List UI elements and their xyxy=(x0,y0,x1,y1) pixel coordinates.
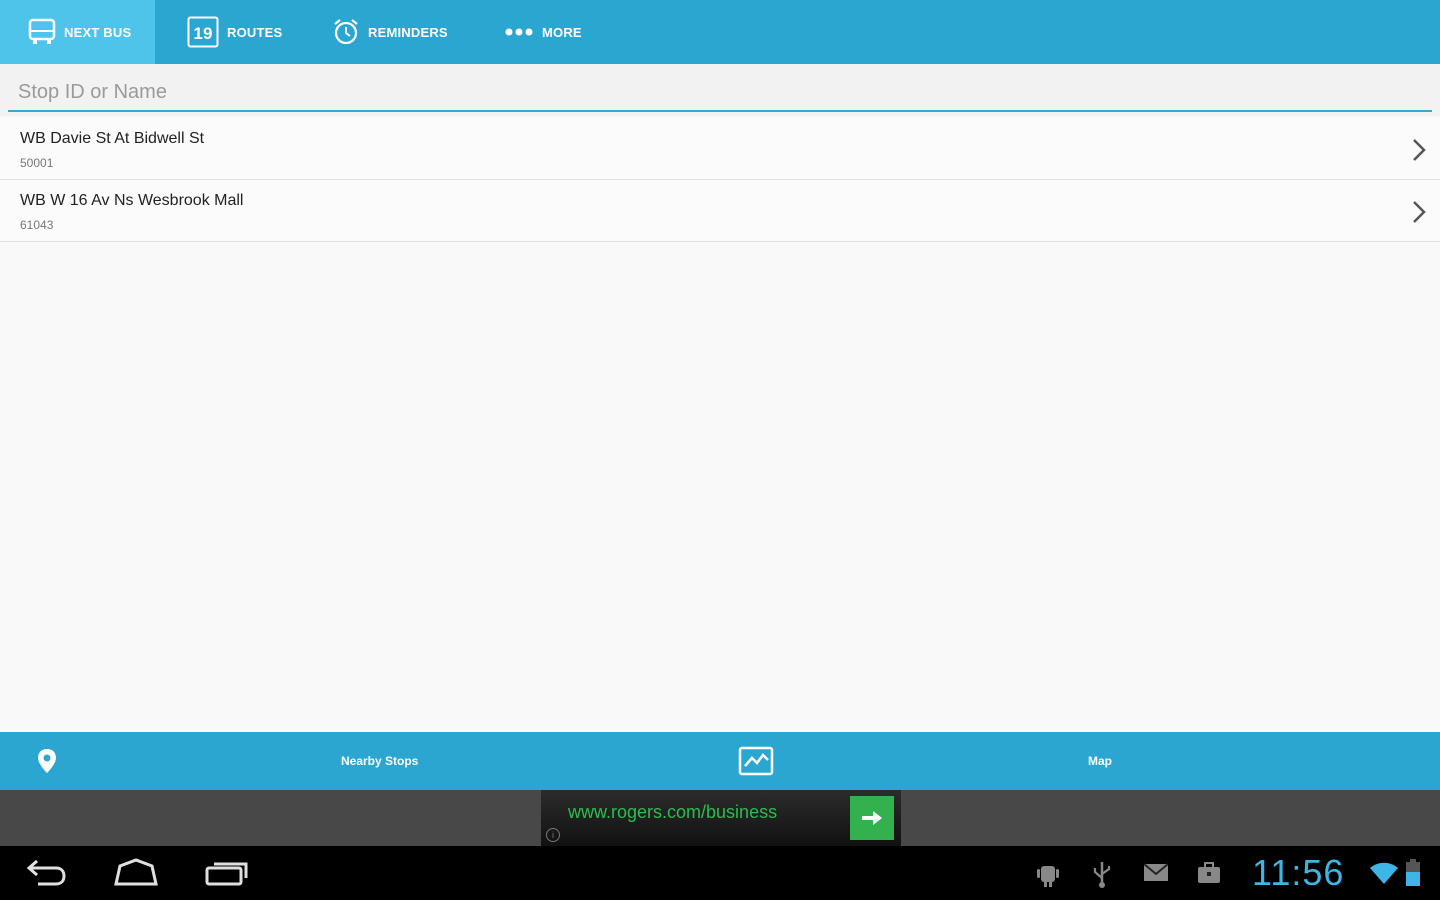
stop-list: WB Davie St At Bidwell St 50001 WB W 16 … xyxy=(0,118,1440,242)
ad-go-button[interactable] xyxy=(850,796,894,840)
bottom-action-bar: Nearby Stops Map xyxy=(0,732,1440,790)
tab-label: REMINDERS xyxy=(368,24,448,40)
ad-strip: www.rogers.com/business i xyxy=(0,790,1440,846)
more-dots-icon xyxy=(504,27,534,37)
status-clock: 11:56 xyxy=(1252,852,1345,893)
map-icon xyxy=(738,746,774,776)
tab-next-bus[interactable]: NEXT BUS xyxy=(0,0,155,64)
tab-reminders[interactable]: REMINDERS xyxy=(300,0,468,64)
map-icon-button[interactable] xyxy=(738,732,774,790)
list-item[interactable]: WB Davie St At Bidwell St 50001 xyxy=(0,118,1440,180)
chevron-right-icon xyxy=(1413,139,1426,161)
bus-icon xyxy=(28,17,56,47)
list-item[interactable]: WB W 16 Av Ns Wesbrook Mall 61043 xyxy=(0,180,1440,242)
stop-id: 61043 xyxy=(20,218,54,232)
stop-search-input[interactable] xyxy=(8,76,1432,112)
back-icon xyxy=(26,859,66,886)
chevron-right-icon xyxy=(1413,201,1426,223)
home-button[interactable] xyxy=(112,856,160,894)
location-pin-button[interactable] xyxy=(36,732,58,790)
ad-url: www.rogers.com/business xyxy=(568,802,778,822)
info-icon[interactable]: i xyxy=(546,828,560,842)
ad-banner[interactable]: www.rogers.com/business i xyxy=(541,790,901,846)
recent-apps-icon xyxy=(205,862,248,886)
tab-label: ROUTES xyxy=(227,24,283,40)
tab-label: MORE xyxy=(542,24,582,40)
mail-icon xyxy=(1143,863,1169,881)
stop-id: 50001 xyxy=(20,156,54,170)
briefcase-icon xyxy=(1198,862,1220,883)
usb-icon xyxy=(1093,862,1111,888)
stop-name: WB W 16 Av Ns Wesbrook Mall xyxy=(20,192,244,209)
stop-name: WB Davie St At Bidwell St xyxy=(20,130,205,147)
tab-more[interactable]: MORE xyxy=(468,0,628,64)
nearby-stops-button[interactable]: Nearby Stops xyxy=(341,732,418,790)
route-number-icon: 19 xyxy=(187,16,219,48)
nearby-stops-label: Nearby Stops xyxy=(341,754,419,768)
top-tab-bar: NEXT BUS 19 ROUTES REMINDERS MORE xyxy=(0,0,1440,64)
back-button[interactable] xyxy=(24,856,68,894)
map-button[interactable]: Map xyxy=(1088,732,1112,790)
arrow-right-icon xyxy=(862,811,882,825)
android-debug-icon xyxy=(1037,866,1059,887)
alarm-clock-icon xyxy=(332,18,360,46)
location-pin-icon xyxy=(38,749,56,773)
map-label: Map xyxy=(1088,754,1112,768)
battery-icon xyxy=(1406,859,1420,886)
wifi-icon xyxy=(1370,862,1398,884)
tab-label: NEXT BUS xyxy=(64,24,132,40)
recent-apps-button[interactable] xyxy=(202,856,252,894)
route-badge: 19 xyxy=(193,24,212,43)
search-bar xyxy=(0,64,1440,116)
system-nav-bar: 11:56 xyxy=(0,846,1440,900)
home-icon xyxy=(114,858,158,886)
tab-routes[interactable]: 19 ROUTES xyxy=(155,0,300,64)
